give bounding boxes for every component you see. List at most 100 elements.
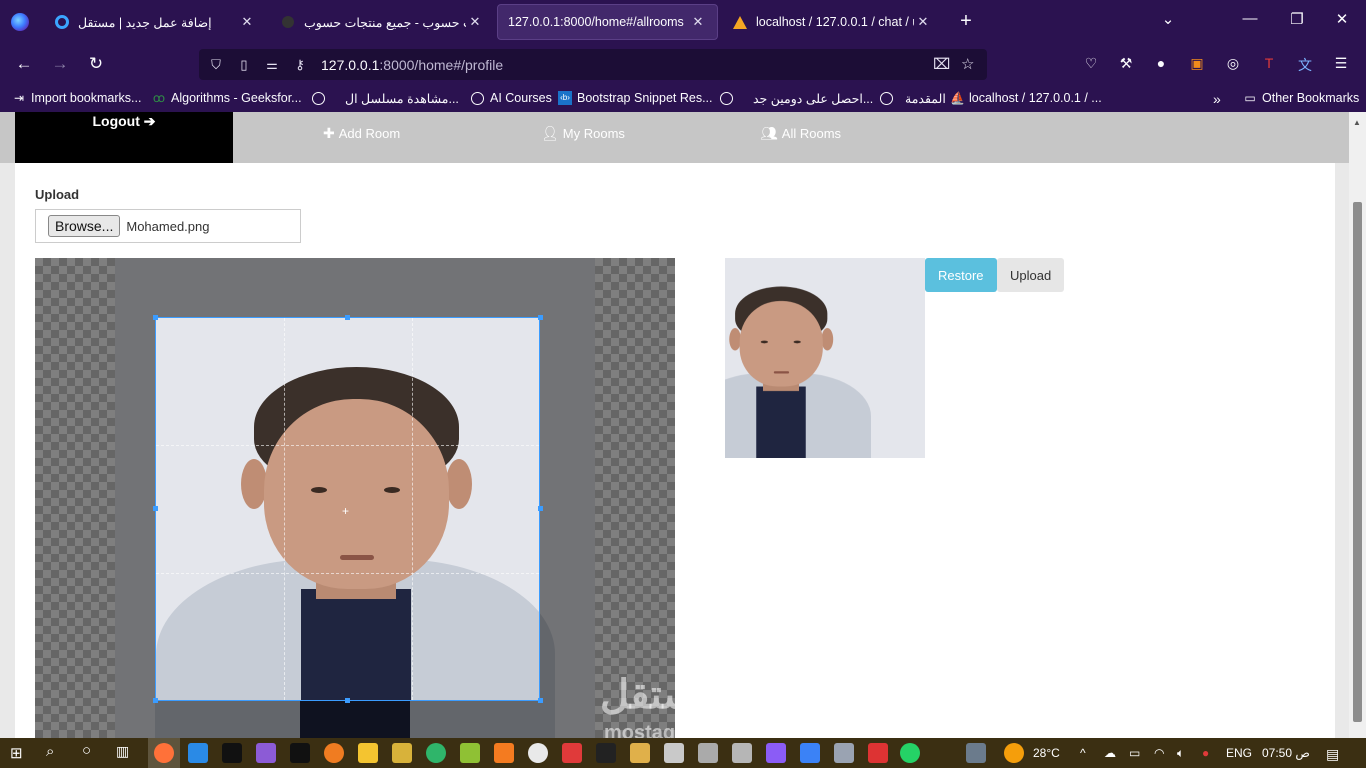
app4-taskbar-icon[interactable]	[732, 743, 752, 763]
scrollbar-thumb[interactable]	[1353, 202, 1362, 722]
weather-temperature[interactable]: 28°C	[1033, 746, 1060, 760]
app7-taskbar-icon[interactable]	[868, 743, 888, 763]
edge-taskbar-icon[interactable]	[426, 743, 446, 763]
restore-button[interactable]: Restore	[925, 258, 997, 292]
key-icon[interactable]: ⚷	[289, 57, 311, 73]
xampp-taskbar-icon[interactable]	[494, 743, 514, 763]
url-text[interactable]: 127.0.0.1:8000/home#/profile	[321, 57, 503, 73]
new-tab-plus-icon[interactable]: +	[954, 10, 978, 33]
file-explorer-taskbar-icon[interactable]	[358, 743, 378, 763]
whatsapp-taskbar-icon[interactable]	[900, 743, 920, 763]
app6-taskbar-icon[interactable]	[834, 743, 854, 763]
vscode-taskbar-icon[interactable]	[188, 743, 208, 763]
show-hidden-icons-chevron-icon[interactable]: ^	[1080, 746, 1086, 760]
logout-button[interactable]: Logout ➔	[15, 112, 233, 163]
crop-selection-box[interactable]: +	[155, 317, 540, 701]
anydesk-taskbar-icon[interactable]	[562, 743, 582, 763]
wrench-icon[interactable]: ⚒	[1115, 55, 1137, 75]
back-arrow-icon[interactable]: ←	[12, 54, 36, 76]
bookmark-other[interactable]: ▭ Other Bookmarks	[1243, 91, 1359, 105]
translate-extension-icon[interactable]: 文	[1294, 55, 1316, 75]
wifi-icon[interactable]: ◠	[1154, 746, 1164, 760]
tab-phpmyadmin[interactable]: localhost / 127.0.0.1 / chat / users ✕	[722, 4, 942, 40]
translate-icon[interactable]: ⌧	[933, 55, 950, 73]
page-icon[interactable]: ▯	[233, 57, 255, 73]
language-indicator[interactable]: ENG	[1226, 746, 1252, 760]
sublime-taskbar-icon[interactable]	[324, 743, 344, 763]
tab-mostaql[interactable]: إضافة عمل جديد | مستقل ✕	[44, 4, 266, 40]
shield-icon[interactable]: ⛉	[205, 57, 227, 73]
close-window-icon[interactable]: ✕	[1322, 10, 1362, 28]
weather-sun-icon[interactable]	[1004, 743, 1024, 763]
clion-taskbar-icon[interactable]	[596, 743, 616, 763]
system-clock[interactable]: 07:50 ص	[1262, 746, 1310, 760]
app-taskbar-icon[interactable]	[630, 743, 650, 763]
webstorm-taskbar-icon[interactable]	[290, 743, 310, 763]
chrome-taskbar-icon[interactable]	[528, 743, 548, 763]
close-tab-icon[interactable]: ✕	[689, 14, 707, 30]
menu-hamburger-icon[interactable]: ☰	[1330, 55, 1352, 75]
bookmark-import[interactable]: ⇥ Import bookmarks...	[12, 91, 141, 105]
bookmark-phpmyadmin[interactable]: ⛵ localhost / 127.0.0.1 / ...	[950, 91, 1102, 105]
file-input[interactable]: Browse... Mohamed.png	[35, 209, 301, 243]
cortana-icon[interactable]: ○	[82, 742, 91, 759]
crop-handle-w[interactable]	[153, 506, 158, 511]
minimize-window-icon[interactable]: —	[1230, 10, 1270, 27]
tab-hsoub[interactable]: حسابات حسوب - جميع منتجات حسوب ✕	[270, 4, 494, 40]
close-tab-icon[interactable]: ✕	[466, 14, 484, 30]
battery-icon[interactable]: ▭	[1129, 746, 1140, 760]
crop-handle-se[interactable]	[538, 698, 543, 703]
bookmark-geeksforgeeks[interactable]: ꝏ Algorithms - Geeksfor...	[152, 91, 302, 105]
bookmark-ai-courses[interactable]: AI Courses	[471, 91, 552, 105]
restore-window-icon[interactable]: ❐	[1277, 10, 1317, 28]
url-bar[interactable]: ⛉ ▯ ⚌ ⚷ 127.0.0.1:8000/home#/profile ⌧ ☆	[199, 49, 987, 80]
lambda-taskbar-icon[interactable]	[460, 743, 480, 763]
calculator-taskbar-icon[interactable]	[966, 743, 986, 763]
firefox-taskbar-icon[interactable]	[154, 743, 174, 763]
onedrive-cloud-icon[interactable]: ☁	[1104, 746, 1116, 760]
extension-t-icon[interactable]: T	[1258, 55, 1280, 75]
crop-handle-nw[interactable]	[153, 315, 158, 320]
browse-button[interactable]: Browse...	[48, 215, 121, 237]
visual-studio-taskbar-icon[interactable]	[256, 743, 276, 763]
app3-taskbar-icon[interactable]	[698, 743, 718, 763]
firefox-logo-icon[interactable]	[0, 0, 40, 44]
volume-icon[interactable]: 🔈︎	[1177, 746, 1184, 761]
extension-circle-icon[interactable]: ◎	[1222, 55, 1244, 75]
crop-handle-sw[interactable]	[153, 698, 158, 703]
crop-handle-e[interactable]	[538, 506, 543, 511]
app5-taskbar-icon[interactable]	[766, 743, 786, 763]
list-tabs-chevron-icon[interactable]: ⌄	[1148, 10, 1188, 28]
permissions-icon[interactable]: ⚌	[261, 57, 283, 73]
page-scrollbar[interactable]: ▲	[1349, 112, 1366, 738]
image-cropper[interactable]: +	[35, 258, 675, 738]
crop-handle-n[interactable]	[345, 315, 350, 320]
task-view-icon[interactable]: ▥	[116, 743, 129, 760]
app2-taskbar-icon[interactable]	[664, 743, 684, 763]
forward-arrow-icon[interactable]: →	[48, 54, 72, 76]
windows-start-icon[interactable]: ⊞	[10, 744, 23, 762]
bookmark-intro[interactable]: المقدمة	[880, 91, 946, 106]
search-icon[interactable]: ⌕	[46, 743, 54, 760]
notification-badge-icon[interactable]: ●	[1202, 746, 1209, 760]
bookmark-series[interactable]: مشاهدة مسلسل ال...	[312, 91, 459, 106]
close-tab-icon[interactable]: ✕	[914, 14, 932, 30]
crop-handle-s[interactable]	[345, 698, 350, 703]
bookmark-domain[interactable]: احصل على دومين جد...	[720, 91, 873, 106]
git-taskbar-icon[interactable]	[392, 743, 412, 763]
crop-handle-ne[interactable]	[538, 315, 543, 320]
account-icon[interactable]: ●	[1150, 55, 1172, 75]
bookmark-star-icon[interactable]: ☆	[961, 55, 974, 73]
close-tab-icon[interactable]: ✕	[238, 14, 256, 30]
action-center-icon[interactable]: ▤	[1326, 746, 1339, 763]
tab-allrooms[interactable]: 127.0.0.1:8000/home#/allrooms ✕	[497, 4, 718, 40]
nav-my-rooms[interactable]: 👤︎ My Rooms	[541, 125, 625, 142]
reload-icon[interactable]: ↻	[84, 54, 108, 76]
mail-taskbar-icon[interactable]	[800, 743, 820, 763]
extension-orange-icon[interactable]: ▣	[1186, 55, 1208, 75]
nav-add-room[interactable]: ✚ Add Room	[323, 125, 400, 142]
scroll-up-arrow-icon[interactable]: ▲	[1353, 118, 1361, 127]
phpstorm-taskbar-icon[interactable]	[222, 743, 242, 763]
bookmark-bootstrap[interactable]: ‹b› Bootstrap Snippet Res...	[558, 91, 713, 105]
more-bookmarks-chevron-icon[interactable]: »	[1213, 91, 1221, 107]
